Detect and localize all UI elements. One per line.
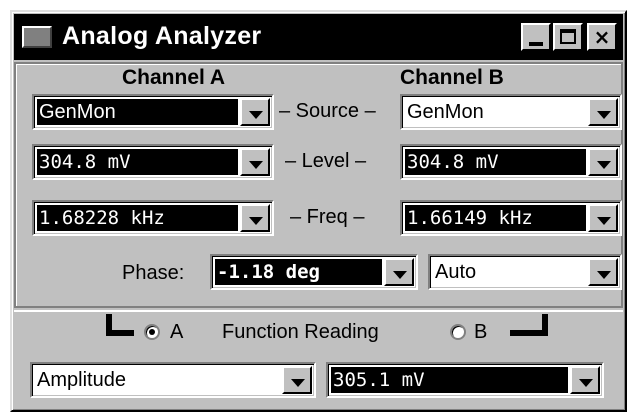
chevron-down-icon[interactable] bbox=[588, 148, 618, 176]
function-select[interactable]: Amplitude bbox=[30, 362, 316, 398]
channel-b-level-value: 304.8 mV bbox=[405, 149, 586, 175]
channel-b-source-value: GenMon bbox=[407, 101, 484, 123]
level-label: – Level – bbox=[285, 150, 367, 172]
left-bracket-foot bbox=[106, 330, 134, 336]
radio-channel-b[interactable] bbox=[450, 324, 466, 340]
channel-a-level-value: 304.8 mV bbox=[37, 149, 238, 175]
channel-panel: Channel A Channel B GenMon – Source – Ge… bbox=[14, 62, 623, 308]
analog-analyzer-window: Analog Analyzer × Channel A Channel B Ge… bbox=[10, 10, 627, 412]
chevron-down-icon[interactable] bbox=[588, 204, 618, 232]
chevron-down-icon[interactable] bbox=[240, 98, 270, 126]
chevron-down-icon[interactable] bbox=[588, 258, 618, 286]
title-bar[interactable]: Analog Analyzer × bbox=[14, 14, 623, 60]
chevron-down-icon[interactable] bbox=[240, 204, 270, 232]
function-reading-label: Function Reading bbox=[222, 321, 379, 343]
chevron-down-icon[interactable] bbox=[384, 258, 414, 286]
channel-a-freq-value: 1.68228 kHz bbox=[37, 205, 238, 231]
function-panel: A Function Reading B Amplitude 305.1 mV bbox=[14, 310, 623, 408]
window-title: Analog Analyzer bbox=[62, 22, 262, 50]
reading-select[interactable]: 305.1 mV bbox=[326, 362, 604, 398]
chevron-down-icon[interactable] bbox=[588, 98, 618, 126]
channel-b-header: Channel B bbox=[400, 66, 504, 89]
right-bracket-icon bbox=[542, 314, 548, 336]
minimize-icon bbox=[529, 42, 543, 46]
maximize-icon bbox=[560, 29, 576, 44]
channel-a-source-select[interactable]: GenMon bbox=[32, 94, 274, 130]
reading-value: 305.1 mV bbox=[331, 367, 568, 393]
phase-select[interactable]: -1.18 deg bbox=[210, 254, 418, 290]
channel-b-source-select[interactable]: GenMon bbox=[400, 94, 622, 130]
radio-b-label: B bbox=[474, 321, 488, 343]
phase-mode-select[interactable]: Auto bbox=[428, 254, 622, 290]
channel-a-header: Channel A bbox=[122, 66, 226, 89]
channel-a-level-select[interactable]: 304.8 mV bbox=[32, 144, 274, 180]
minimize-button[interactable] bbox=[521, 23, 551, 51]
chevron-down-icon[interactable] bbox=[282, 366, 312, 394]
channel-a-freq-select[interactable]: 1.68228 kHz bbox=[32, 200, 274, 236]
window-menu-icon[interactable] bbox=[22, 26, 52, 48]
function-select-value: Amplitude bbox=[37, 369, 126, 391]
close-button[interactable]: × bbox=[587, 23, 617, 51]
maximize-button[interactable] bbox=[553, 23, 583, 51]
channel-b-freq-value: 1.66149 kHz bbox=[405, 205, 586, 231]
freq-label: – Freq – bbox=[290, 206, 365, 228]
close-icon: × bbox=[593, 25, 611, 49]
channel-b-freq-select[interactable]: 1.66149 kHz bbox=[400, 200, 622, 236]
chevron-down-icon[interactable] bbox=[570, 366, 600, 394]
source-label: – Source – bbox=[279, 100, 376, 122]
channel-b-level-select[interactable]: 304.8 mV bbox=[400, 144, 622, 180]
radio-a-label: A bbox=[170, 321, 184, 343]
channel-a-source-value: GenMon bbox=[37, 99, 238, 125]
phase-value: -1.18 deg bbox=[215, 259, 382, 285]
radio-channel-a[interactable] bbox=[144, 324, 160, 340]
chevron-down-icon[interactable] bbox=[240, 148, 270, 176]
phase-label: Phase: bbox=[122, 262, 185, 284]
phase-mode-value: Auto bbox=[435, 261, 477, 283]
